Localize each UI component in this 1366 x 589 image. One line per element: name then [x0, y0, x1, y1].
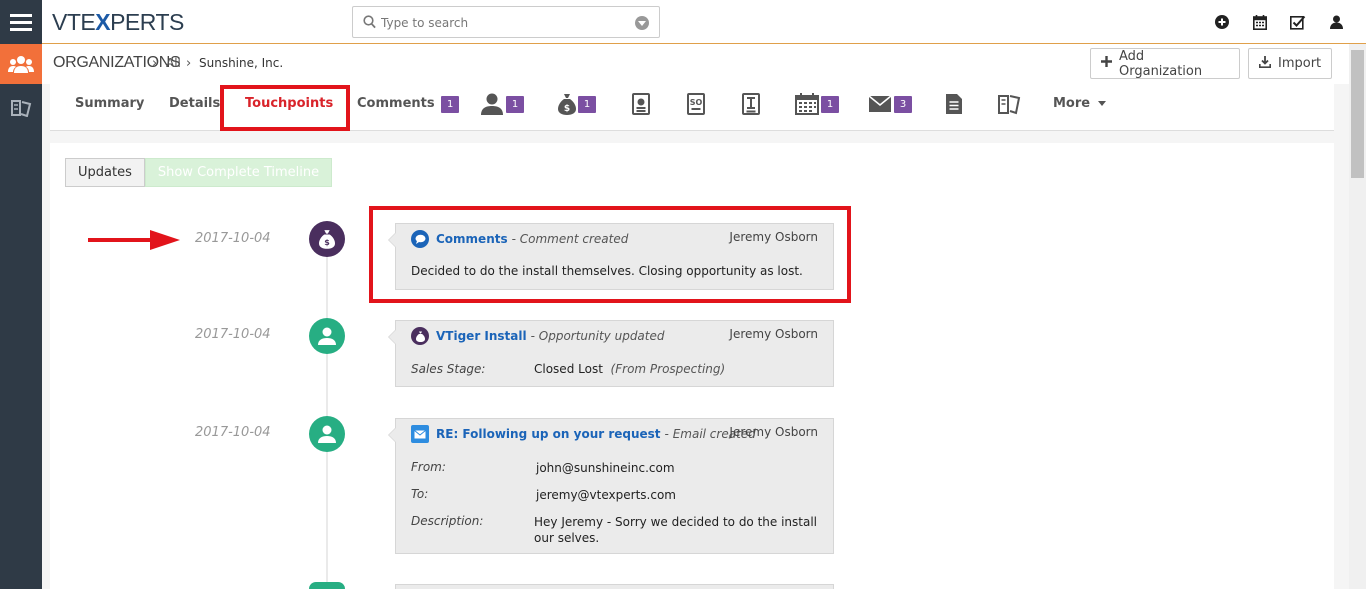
document-icon [946, 94, 962, 114]
calendar-icon [795, 93, 819, 115]
add-organization-label: Add Organization [1119, 48, 1203, 79]
page-scrollbar[interactable] [1349, 44, 1366, 589]
search-dropdown-icon[interactable] [635, 16, 649, 30]
contact-person-icon [481, 93, 503, 115]
red-arrow-icon [88, 230, 180, 250]
breadcrumb-record: Sunshine, Inc. [199, 56, 284, 70]
money-bag-icon: $ [309, 221, 345, 257]
timeline-user: Jeremy Osborn [729, 425, 818, 439]
quote-document-icon [632, 93, 650, 115]
timeline-line [326, 238, 328, 589]
svg-text:$: $ [324, 238, 330, 247]
tab-invoices[interactable] [742, 92, 760, 116]
search-icon [363, 15, 376, 33]
add-organization-button[interactable]: Add Organization [1090, 48, 1240, 79]
timeline-date: 2017-10-04 [195, 327, 271, 342]
tab-calendar[interactable]: 1 [795, 92, 839, 116]
calendar-count-badge: 1 [821, 95, 839, 113]
tasks-checkbox-icon[interactable] [1290, 14, 1306, 30]
download-icon [1259, 55, 1271, 72]
menu-icon[interactable] [0, 0, 42, 44]
timeline-card-partial [395, 584, 834, 589]
caret-down-icon [1098, 101, 1107, 106]
tab-contacts[interactable]: 1 [480, 92, 524, 116]
field-value: Closed Lost (From Prospecting) [534, 362, 725, 376]
quick-create-icon[interactable] [1214, 14, 1230, 30]
from-value: john@sunshineinc.com [536, 461, 675, 475]
top-bar: VTEXPERTS [42, 0, 1366, 44]
tab-comments-label: Comments [357, 96, 435, 111]
tab-details[interactable]: Details [169, 96, 220, 111]
touchpoints-highlight-box [220, 85, 350, 131]
tab-more[interactable]: More [1053, 96, 1107, 111]
import-label: Import [1278, 56, 1322, 71]
timeline-card-opportunity: VTiger Install - Opportunity updated Jer… [388, 320, 834, 387]
timeline-toggle: Updates Show Complete Timeline [65, 158, 333, 187]
tab-comments[interactable]: Comments 1 [357, 96, 460, 113]
sales-stage-value: Closed Lost [534, 362, 603, 376]
timeline-user: Jeremy Osborn [729, 327, 818, 341]
contacts-count-badge: 1 [506, 95, 524, 113]
to-value: jeremy@vtexperts.com [536, 488, 676, 502]
user-profile-icon[interactable] [1328, 14, 1344, 30]
sales-order-icon: SO [687, 93, 705, 115]
user-avatar-icon [309, 416, 345, 452]
description-label: Description: [411, 514, 484, 528]
search-input[interactable] [381, 13, 621, 33]
description-value-line2: our selves. [534, 531, 600, 545]
timeline-action: - Opportunity updated [530, 329, 665, 343]
breadcrumb-module[interactable]: ORGANIZATIONS [53, 54, 181, 72]
timeline-date: 2017-10-04 [195, 425, 271, 440]
show-complete-timeline-button[interactable]: Show Complete Timeline [144, 158, 333, 187]
envelope-icon [411, 425, 429, 443]
scrollbar-thumb[interactable] [1351, 50, 1364, 178]
opportunities-count-badge: 1 [578, 95, 596, 113]
user-avatar-icon [309, 318, 345, 354]
field-label: Sales Stage: [411, 362, 486, 376]
record-header: ORGANIZATIONS › All › Sunshine, Inc. Add… [42, 44, 1366, 84]
vtexperts-logo[interactable]: VTEXPERTS [52, 9, 184, 36]
svg-text:SO: SO [690, 98, 703, 107]
timeline-card-email: RE: Following up on your request - Email… [388, 418, 834, 554]
user-avatar-icon [309, 582, 345, 589]
comments-count-badge: 1 [441, 96, 460, 113]
breadcrumb-filter[interactable]: All [166, 56, 181, 70]
organizations-icon[interactable] [0, 44, 42, 84]
tab-projects[interactable] [997, 92, 1021, 116]
chevron-right-icon: › [152, 56, 158, 71]
calendar-icon[interactable] [1252, 14, 1268, 30]
comment-highlight-box [369, 206, 851, 303]
tab-opportunities[interactable]: $ 1 [558, 92, 596, 116]
tab-quotes[interactable] [632, 92, 650, 116]
chevron-right-icon: › [186, 56, 192, 71]
svg-text:$: $ [564, 104, 570, 114]
emails-count-badge: 3 [894, 95, 912, 113]
timeline-title-link[interactable]: RE: Following up on your request [436, 427, 661, 441]
money-bag-icon [411, 327, 429, 345]
tab-summary[interactable]: Summary [75, 96, 144, 111]
tab-documents[interactable] [945, 92, 963, 116]
timeline-date: 2017-10-04 [195, 231, 271, 246]
plus-icon [1101, 56, 1112, 71]
envelope-icon [868, 95, 892, 112]
tab-sales-orders[interactable]: SO [687, 92, 705, 116]
tab-more-label: More [1053, 96, 1091, 111]
money-bag-icon: $ [558, 94, 576, 115]
left-rail [0, 0, 42, 589]
global-search[interactable] [352, 6, 660, 38]
tab-emails[interactable]: 3 [868, 92, 912, 116]
projects-icon[interactable] [0, 90, 42, 126]
description-value-line1: Hey Jeremy - Sorry we decided to do the … [534, 515, 818, 529]
from-label: From: [411, 460, 446, 474]
sales-stage-previous: (From Prospecting) [610, 362, 726, 376]
import-button[interactable]: Import [1248, 48, 1332, 79]
to-label: To: [411, 487, 429, 501]
invoice-icon [742, 93, 760, 115]
updates-button[interactable]: Updates [65, 158, 145, 187]
timeline-title-link[interactable]: VTiger Install [436, 329, 527, 343]
projects-icon [998, 95, 1021, 115]
